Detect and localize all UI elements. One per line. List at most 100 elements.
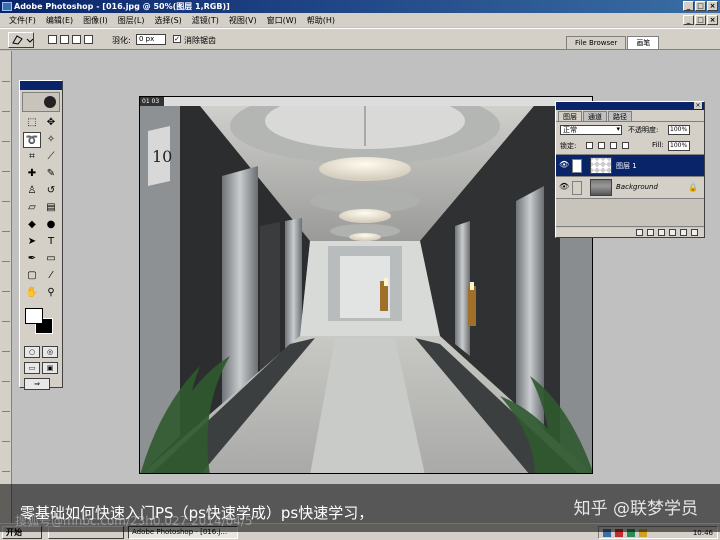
- window-controls: _ □ ×: [683, 1, 718, 11]
- minimize-button[interactable]: _: [683, 1, 694, 11]
- menu-view[interactable]: 视图(V): [224, 15, 262, 26]
- document-window[interactable]: 01 03 10: [139, 96, 593, 474]
- path-selection-tool-icon[interactable]: ➤: [23, 234, 41, 250]
- brush-link-icon[interactable]: [572, 159, 582, 173]
- subtract-selection-button[interactable]: [72, 35, 81, 44]
- lock-icon: 🔒: [688, 183, 698, 192]
- visibility-eye-icon[interactable]: 👁: [559, 161, 569, 169]
- menu-window[interactable]: 窗口(W): [262, 15, 302, 26]
- lock-label: 锁定:: [560, 142, 577, 150]
- palette-close-icon[interactable]: ×: [694, 102, 702, 109]
- layer-mask-icon[interactable]: [647, 228, 654, 236]
- blend-mode-select[interactable]: 正常: [560, 125, 622, 135]
- eyedropper-tool-icon[interactable]: ⁄: [42, 268, 60, 284]
- color-swatches: [23, 306, 59, 340]
- tool-preset-picker[interactable]: [8, 32, 34, 48]
- lasso-icon: [12, 35, 34, 45]
- window-title: Adobe Photoshop - [016.jpg @ 50%(图层 1,RG…: [14, 2, 230, 11]
- quick-mask-button[interactable]: ◎: [42, 346, 58, 358]
- layer-row[interactable]: 👁 图层 1: [556, 154, 704, 176]
- crop-tool-icon[interactable]: ⌗: [23, 149, 41, 165]
- opacity-input[interactable]: 100%: [668, 125, 690, 135]
- jump-to-imageready-button[interactable]: ⇒: [24, 378, 50, 390]
- tab-channels[interactable]: 通道: [583, 111, 607, 121]
- menu-layer[interactable]: 图层(L): [113, 15, 150, 26]
- layer-thumbnail: [590, 179, 612, 196]
- document-controls: _ □ ×: [683, 15, 718, 25]
- history-brush-tool-icon[interactable]: ↺: [42, 183, 60, 199]
- eraser-tool-icon[interactable]: ▱: [23, 200, 41, 216]
- notes-tool-icon[interactable]: ▢: [23, 268, 41, 284]
- type-tool-icon[interactable]: T: [42, 234, 60, 250]
- maximize-button[interactable]: □: [695, 1, 706, 11]
- menu-edit[interactable]: 编辑(E): [41, 15, 78, 26]
- gradient-tool-icon[interactable]: ▤: [42, 200, 60, 216]
- toolbox-logo[interactable]: [22, 92, 60, 112]
- lock-all-icon[interactable]: [622, 142, 629, 149]
- clone-stamp-tool-icon[interactable]: ♙: [23, 183, 41, 199]
- layers-palette-header[interactable]: ×: [556, 102, 704, 110]
- toolbox-header[interactable]: [20, 81, 62, 90]
- doc-restore-button[interactable]: □: [695, 15, 706, 25]
- standard-mode-button[interactable]: ○: [24, 346, 40, 358]
- foreground-color-swatch[interactable]: [25, 308, 43, 324]
- lock-pixels-icon[interactable]: [598, 142, 605, 149]
- doc-close-button[interactable]: ×: [707, 15, 718, 25]
- layer-set-icon[interactable]: [658, 228, 665, 236]
- new-layer-icon[interactable]: [680, 228, 687, 236]
- slice-tool-icon[interactable]: ⟋: [42, 149, 60, 165]
- antialias-label: 消除锯齿: [184, 36, 216, 45]
- layer-row[interactable]: 👁 Background 🔒: [556, 176, 704, 198]
- feather-input[interactable]: 0 px: [136, 34, 166, 45]
- marquee-tool-icon[interactable]: ⬚: [23, 115, 41, 131]
- move-tool-icon[interactable]: ✥: [42, 115, 60, 131]
- menu-select[interactable]: 选择(S): [149, 15, 186, 26]
- tab-brushes[interactable]: 画笔: [627, 36, 660, 50]
- blur-tool-icon[interactable]: ◆: [23, 217, 41, 233]
- layer-name: Background: [616, 183, 658, 191]
- opacity-label: 不透明度:: [628, 126, 659, 134]
- elevator-lobby-photo[interactable]: 10: [140, 106, 593, 474]
- palette-well: File Browser 画笔: [566, 36, 660, 50]
- window-title-bar[interactable]: Adobe Photoshop - [016.jpg @ 50%(图层 1,RG…: [0, 0, 720, 13]
- menu-image[interactable]: 图像(I): [78, 15, 113, 26]
- caption-text: 零基础如何快速入门PS（ps快速学成）ps快速学习，: [20, 504, 374, 522]
- brush-tool-icon[interactable]: ✎: [42, 166, 60, 182]
- layers-footer: [556, 226, 704, 237]
- dodge-tool-icon[interactable]: ●: [42, 217, 60, 233]
- link-icon[interactable]: [572, 181, 582, 195]
- menu-file[interactable]: 文件(F): [4, 15, 41, 26]
- magic-wand-tool-icon[interactable]: ✧: [42, 132, 60, 148]
- tab-paths[interactable]: 路径: [608, 111, 632, 121]
- layer-name: 图层 1: [616, 162, 637, 170]
- antialias-checkbox[interactable]: ✓: [173, 35, 181, 43]
- menu-bar: 文件(F) 编辑(E) 图像(I) 图层(L) 选择(S) 滤镜(T) 视图(V…: [0, 13, 720, 27]
- add-selection-button[interactable]: [60, 35, 69, 44]
- pen-tool-icon[interactable]: ✒: [23, 251, 41, 267]
- layers-palette: × 图层 通道 路径 正常 不透明度: 100% 锁定: Fill: 100% …: [555, 101, 705, 238]
- menu-help[interactable]: 帮助(H): [302, 15, 340, 26]
- delete-layer-icon[interactable]: [691, 228, 698, 236]
- ruler-corner: 01 03: [140, 97, 164, 106]
- shape-tool-icon[interactable]: ▭: [42, 251, 60, 267]
- adjustment-layer-icon[interactable]: [669, 228, 676, 236]
- new-selection-button[interactable]: [48, 35, 57, 44]
- lasso-tool-icon[interactable]: ➰: [23, 132, 41, 148]
- lock-position-icon[interactable]: [610, 142, 617, 149]
- fill-input[interactable]: 100%: [668, 141, 690, 151]
- tab-file-browser[interactable]: File Browser: [566, 36, 627, 50]
- layer-style-icon[interactable]: [636, 228, 643, 236]
- tab-layers[interactable]: 图层: [558, 111, 582, 121]
- lock-transparency-icon[interactable]: [586, 142, 593, 149]
- healing-brush-tool-icon[interactable]: ✚: [23, 166, 41, 182]
- toolbox: ⬚ ✥ ➰ ✧ ⌗ ⟋ ✚ ✎ ♙ ↺ ▱ ▤ ◆ ● ➤ T ✒ ▭ ▢ ⁄ …: [19, 80, 63, 390]
- hand-tool-icon[interactable]: ✋: [23, 285, 41, 301]
- zoom-tool-icon[interactable]: ⚲: [42, 285, 60, 301]
- screen-mode-full-button[interactable]: ▣: [42, 362, 58, 374]
- intersect-selection-button[interactable]: [84, 35, 93, 44]
- close-button[interactable]: ×: [707, 1, 718, 11]
- menu-filter[interactable]: 滤镜(T): [187, 15, 224, 26]
- doc-minimize-button[interactable]: _: [683, 15, 694, 25]
- screen-mode-standard-button[interactable]: ▭: [24, 362, 40, 374]
- visibility-eye-icon[interactable]: 👁: [559, 183, 569, 191]
